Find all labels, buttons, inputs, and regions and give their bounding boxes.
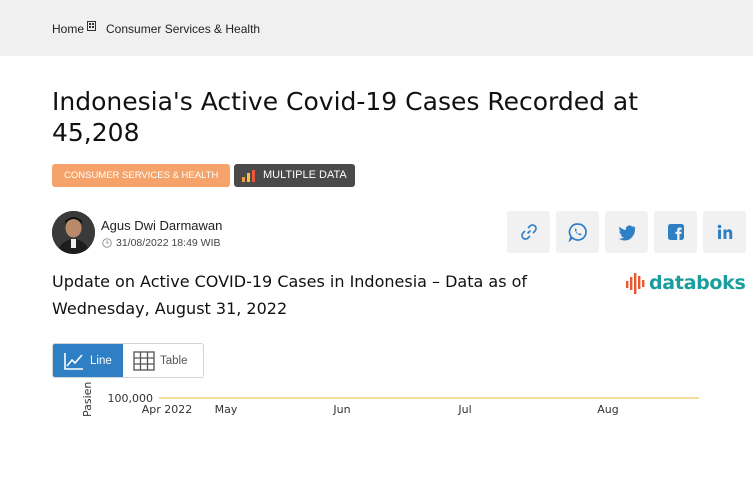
multiple-data-icon [242, 169, 255, 182]
linkedin-icon [717, 224, 732, 239]
publish-date: 31/08/2022 18:49 WIB [102, 237, 221, 249]
author-name[interactable]: Agus Dwi Darmawan [101, 218, 222, 233]
clock-icon [102, 238, 112, 248]
chart-xtick-label: Jul [457, 403, 471, 416]
share-twitter-button[interactable] [605, 211, 648, 253]
share-facebook-button[interactable] [654, 211, 697, 253]
multiple-data-label: MULTIPLE DATA [263, 169, 347, 181]
twitter-icon [618, 225, 635, 241]
whatsapp-icon [568, 223, 587, 242]
chart-title: Update on Active COVID-19 Cases in Indon… [52, 272, 528, 318]
breadcrumb-home[interactable]: Home [52, 22, 84, 36]
link-icon [520, 224, 537, 240]
chart-xtick-label: May [215, 403, 238, 416]
chart-view-toggle: Line Table [52, 343, 204, 378]
chart-xtick-label: Jun [332, 403, 350, 416]
table-view-button[interactable]: Table [123, 344, 203, 377]
table-icon [133, 350, 155, 371]
databoks-logo[interactable]: databoks [625, 270, 746, 296]
multiple-data-badge[interactable]: MULTIPLE DATA [234, 164, 355, 187]
article-title: Indonesia's Active Covid-19 Cases Record… [52, 87, 639, 147]
databoks-logo-text: databoks [649, 272, 746, 294]
line-chart-icon [64, 352, 83, 370]
share-whatsapp-button[interactable] [556, 211, 599, 253]
line-view-button[interactable]: Line [53, 344, 123, 377]
databoks-logo-icon [626, 273, 645, 294]
active-cases-chart: Pasien 100,000Apr 2022 May Jun Jul Aug [81, 382, 699, 417]
line-view-label: Line [90, 354, 112, 367]
chart-xtick-label: Apr 2022 [142, 403, 193, 416]
breadcrumb-separator-icon [87, 21, 97, 31]
chart-xtick-label: Aug [597, 403, 618, 416]
share-link-button[interactable] [507, 211, 550, 253]
breadcrumb-category[interactable]: Consumer Services & Health [106, 22, 260, 36]
publish-date-text: 31/08/2022 18:49 WIB [116, 237, 221, 249]
facebook-icon [667, 224, 684, 240]
chart-ylabel: Pasien [81, 382, 94, 417]
table-view-label: Table [160, 354, 188, 367]
share-buttons [507, 211, 746, 253]
author-avatar [52, 211, 95, 254]
top-bar: Home Consumer Services & Health [0, 0, 753, 56]
category-badge[interactable]: CONSUMER SERVICES & HEALTH [52, 164, 231, 187]
share-linkedin-button[interactable] [703, 211, 746, 253]
breadcrumb: Home Consumer Services & Health [52, 21, 260, 36]
